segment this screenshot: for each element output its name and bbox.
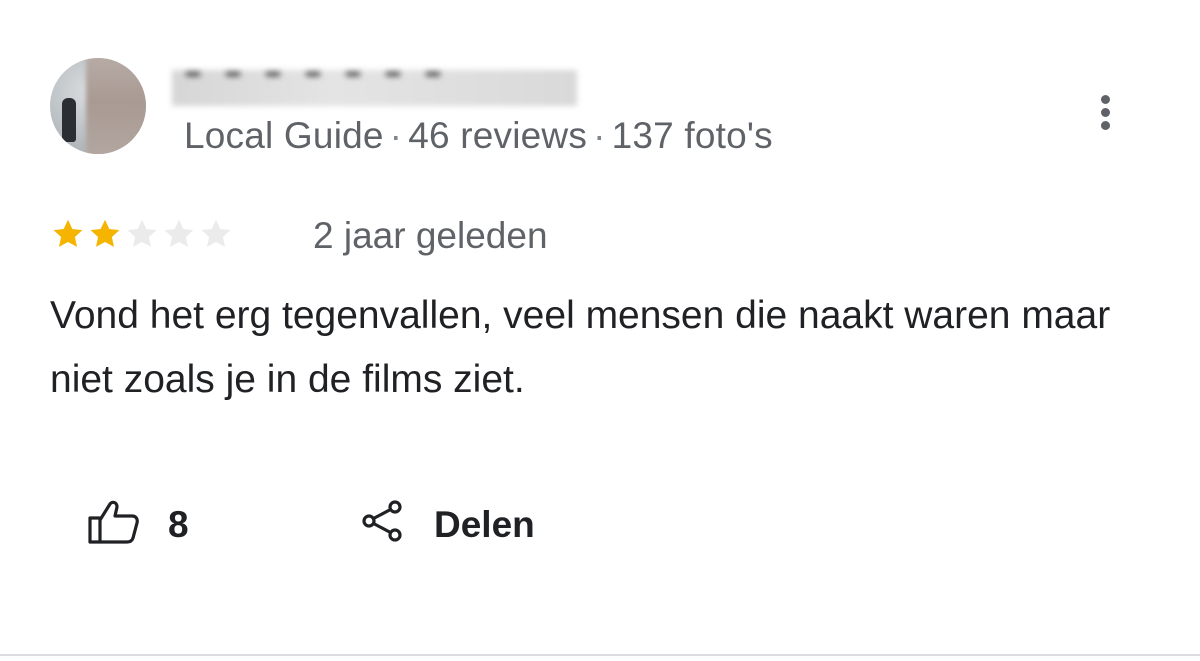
avatar-blur (86, 58, 146, 154)
meta-separator: · (593, 115, 606, 156)
share-label: Delen (434, 504, 535, 545)
like-count: 8 (168, 504, 189, 545)
avatar-figure (62, 98, 76, 142)
review-time: 2 jaar geleden (313, 215, 548, 256)
divider (0, 654, 1200, 656)
like-button[interactable]: 8 (88, 500, 189, 550)
star-icon (53, 219, 83, 247)
star-icon (90, 219, 120, 247)
share-button[interactable]: Delen (360, 499, 535, 552)
more-options-button[interactable] (1090, 92, 1122, 132)
share-icon (360, 499, 404, 552)
reviewer-review-count: 46 reviews (408, 115, 588, 156)
star-rating (50, 216, 235, 258)
star-icon (127, 219, 157, 247)
reviewer-name-redacted[interactable] (172, 70, 577, 106)
reviewer-role: Local Guide (184, 115, 384, 156)
review-card: Local Guide · 46 reviews · 137 foto's 2 jaar… (0, 0, 1200, 661)
meta-separator: · (389, 115, 403, 156)
avatar[interactable] (50, 58, 146, 154)
thumbs-up-icon (88, 498, 140, 553)
review-text: Vond het erg tegenvallen, veel mensen di… (50, 294, 1111, 401)
reviewer-photo-count: 137 foto's (611, 115, 773, 156)
reviewer-meta: Local Guide · 46 reviews · 137 foto's (184, 115, 773, 157)
star-icon (201, 219, 231, 247)
star-icon (164, 219, 194, 247)
